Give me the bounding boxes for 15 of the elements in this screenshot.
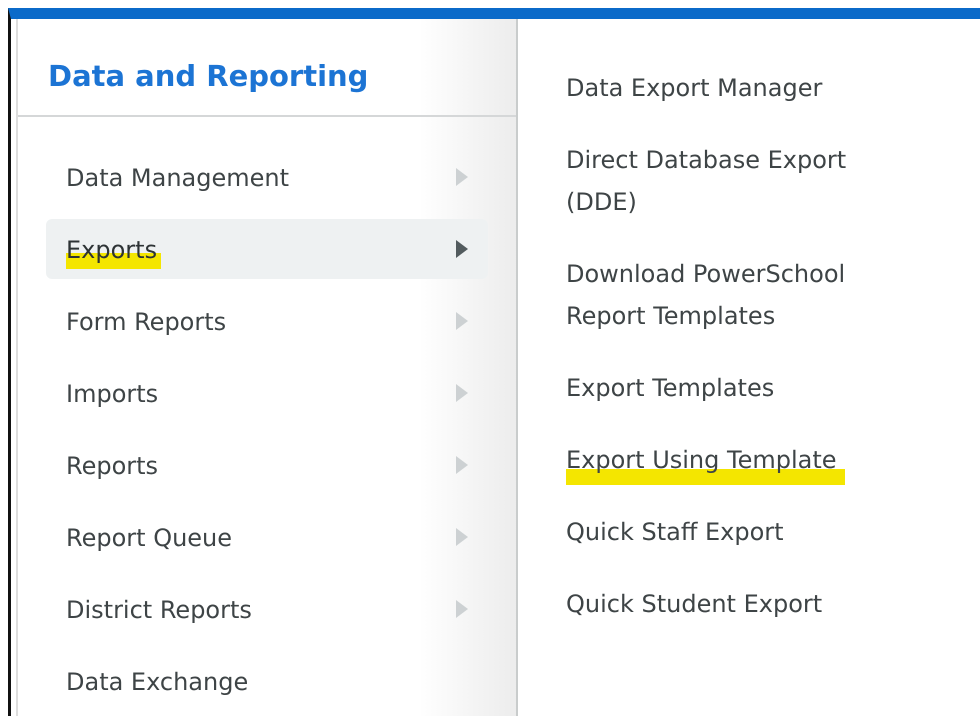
menu-item[interactable]: District Reports — [46, 579, 488, 639]
menu-item[interactable]: Data Management — [46, 147, 488, 207]
submenu-link[interactable]: Export Templates — [566, 367, 782, 413]
menu-item[interactable]: Imports — [46, 363, 488, 423]
menu-item[interactable]: Reports — [46, 435, 488, 495]
submenu-link[interactable]: Quick Student Export — [566, 583, 830, 629]
menu-item[interactable]: Data Exchange — [46, 651, 488, 711]
menu-item[interactable]: Form Reports — [46, 291, 488, 351]
submenu-link[interactable]: Direct Database Export (DDE) — [566, 139, 914, 227]
submenu-link[interactable]: Export Using Template — [566, 439, 845, 485]
menu-item[interactable]: Report Queue — [46, 507, 488, 567]
submenu-link[interactable]: Quick Staff Export — [566, 511, 792, 557]
submenu-link[interactable]: Download PowerSchool Report Templates — [566, 253, 914, 341]
submenu-link[interactable]: Data Export Manager — [566, 67, 830, 113]
menu-title: Data and Reporting — [47, 58, 370, 95]
